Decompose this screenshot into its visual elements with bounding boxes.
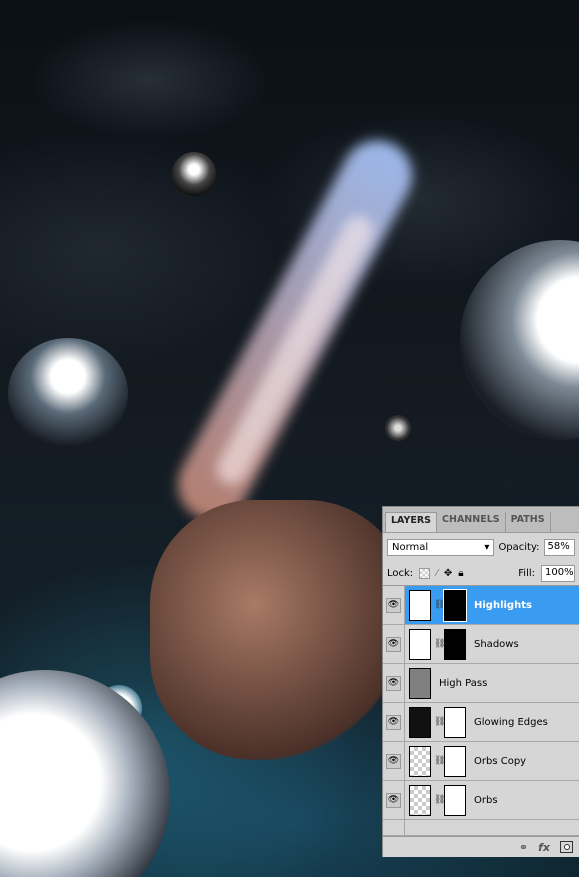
orb: [0, 670, 170, 877]
eye-icon: 👁︎: [386, 792, 401, 808]
layer-mask-thumbnail[interactable]: [443, 588, 467, 622]
layer-mask-thumbnail[interactable]: [444, 784, 466, 816]
lock-all-icon[interactable]: 🔒︎: [458, 568, 463, 579]
layer-thumbnail: [409, 706, 431, 738]
layers-panel: LAYERS CHANNELS PATHS Normal ▾ Opacity: 5…: [382, 506, 579, 857]
chevron-down-icon: ▾: [484, 541, 490, 553]
link-icon[interactable]: ⚭: [519, 841, 528, 854]
chain-link-icon[interactable]: ⛓︎: [434, 717, 445, 727]
layer-row[interactable]: 👁︎ ⛓︎ Shadows: [383, 624, 579, 664]
layer-mask-thumbnail[interactable]: [444, 745, 466, 777]
layer-name: Orbs: [474, 794, 498, 806]
chain-link-icon[interactable]: ⛓︎: [434, 600, 445, 610]
panel-tabs: LAYERS CHANNELS PATHS: [383, 507, 579, 533]
visibility-toggle[interactable]: 👁︎: [383, 624, 405, 664]
chain-link-icon[interactable]: ⛓︎: [434, 639, 445, 649]
layer-thumbnail: [409, 745, 431, 777]
lock-move-icon[interactable]: ✥: [444, 568, 452, 579]
layer-row[interactable]: 👁︎ ⛓︎ Glowing Edges: [383, 702, 579, 742]
panel-footer: ⚭ fx: [383, 836, 579, 857]
blend-mode-value: Normal: [392, 541, 429, 553]
blend-mode-select[interactable]: Normal ▾: [387, 538, 495, 556]
opacity-input[interactable]: 58%: [543, 538, 575, 556]
orb: [460, 240, 579, 440]
mask-icon[interactable]: [560, 841, 573, 853]
fill-input[interactable]: 100%: [541, 564, 575, 582]
layer-name: Orbs Copy: [474, 755, 527, 767]
glowing-arm-core: [211, 210, 379, 490]
chain-link-icon[interactable]: ⛓︎: [434, 756, 445, 766]
visibility-toggle[interactable]: 👁︎: [383, 663, 405, 703]
layer-row[interactable]: 👁︎ High Pass: [383, 663, 579, 703]
figure-body: [150, 500, 410, 760]
visibility-toggle[interactable]: 👁︎: [383, 741, 405, 781]
layer-name: Shadows: [474, 638, 519, 650]
lock-label: Lock:: [387, 567, 414, 579]
fill-label: Fill:: [518, 567, 535, 579]
tab-paths[interactable]: PATHS: [506, 512, 551, 532]
eye-icon: 👁︎: [386, 636, 401, 652]
orb: [172, 152, 216, 196]
visibility-toggle[interactable]: 👁︎: [383, 780, 405, 820]
layer-name: High Pass: [439, 677, 488, 689]
eye-icon: 👁︎: [386, 675, 401, 691]
layer-row[interactable]: 👁︎ ⛓︎ Orbs Copy: [383, 741, 579, 781]
layer-thumbnail: [409, 784, 431, 816]
lock-brush-icon[interactable]: ⁄: [436, 568, 438, 579]
layer-row[interactable]: 👁︎ ⛓︎ Orbs: [383, 780, 579, 820]
layer-thumbnail: [409, 628, 431, 660]
visibility-toggle[interactable]: [383, 820, 405, 835]
lock-transparency-icon[interactable]: [419, 567, 431, 579]
layer-name: Glowing Edges: [474, 716, 548, 728]
layer-row-partial[interactable]: [383, 820, 579, 836]
visibility-toggle[interactable]: 👁︎: [383, 702, 405, 742]
eye-icon: 👁︎: [386, 714, 401, 730]
eye-icon: 👁︎: [386, 753, 401, 769]
fx-icon[interactable]: fx: [538, 841, 550, 854]
chain-link-icon[interactable]: ⛓︎: [434, 795, 445, 805]
layer-thumbnail: [409, 589, 431, 621]
eye-icon: 👁︎: [386, 597, 401, 613]
orb: [8, 338, 128, 448]
layer-row[interactable]: 👁︎ ⛓︎ Highlights: [383, 585, 579, 625]
tab-layers[interactable]: LAYERS: [385, 512, 438, 532]
tab-channels[interactable]: CHANNELS: [437, 512, 506, 532]
layer-mask-thumbnail[interactable]: [444, 628, 466, 660]
layer-thumbnail: [409, 667, 431, 699]
layer-mask-thumbnail[interactable]: [444, 706, 466, 738]
opacity-label: Opacity:: [498, 541, 540, 553]
orb: [385, 415, 411, 441]
layer-name: Highlights: [474, 599, 532, 611]
visibility-toggle[interactable]: 👁︎: [383, 585, 405, 625]
